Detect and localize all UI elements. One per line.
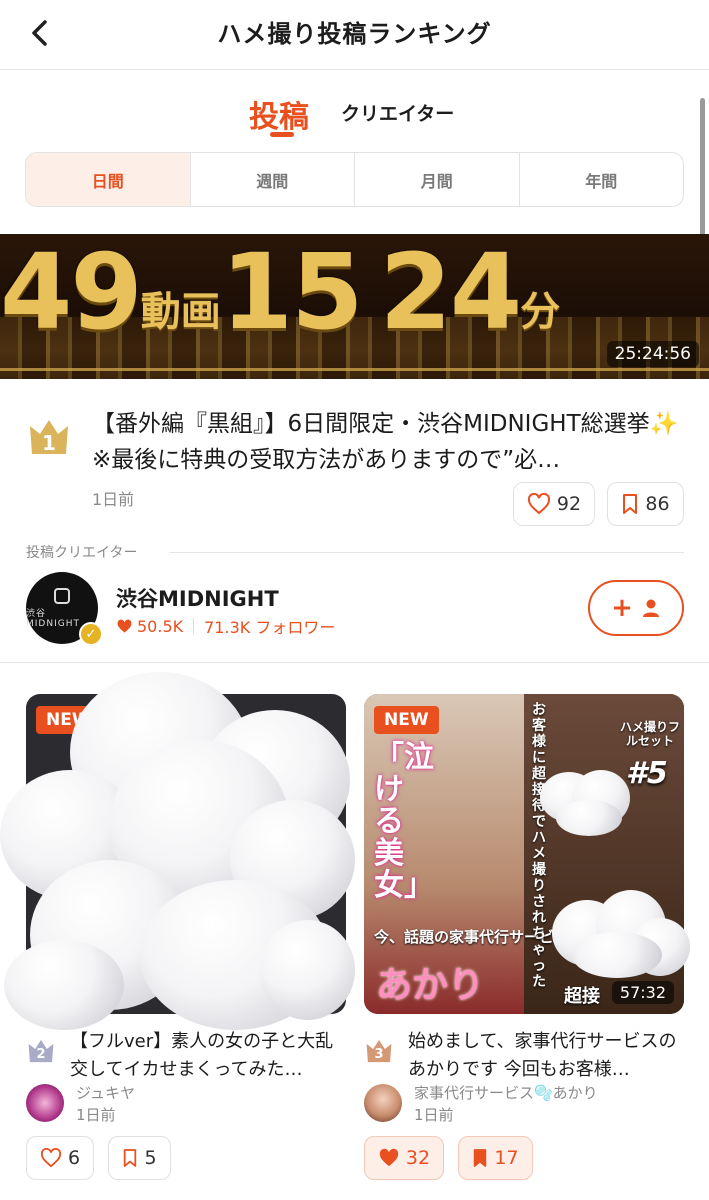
rank-number: 2 — [36, 1047, 46, 1062]
crown-silver-icon: 2 — [26, 1036, 56, 1066]
rank-number: 1 — [42, 431, 56, 455]
post-time: 1日前 — [414, 1106, 454, 1124]
banner-unit-minutes: 分 — [520, 289, 561, 335]
creator-name[interactable]: ジュキヤ — [76, 1082, 135, 1103]
post-time: 1日前 — [76, 1106, 116, 1124]
section-divider — [0, 662, 709, 663]
tab-creators[interactable]: クリエイター — [341, 99, 454, 126]
bookmark-count: 5 — [144, 1147, 157, 1169]
verified-badge-icon: ✓ — [79, 622, 103, 646]
banner-text: 49 動画 15 24 分 — [0, 234, 709, 344]
like-button[interactable]: 32 — [364, 1136, 444, 1180]
like-button[interactable]: 92 — [513, 482, 595, 526]
bookmark-outline-icon — [124, 1149, 137, 1167]
heart-filled-icon — [379, 1148, 399, 1167]
banner-count-videos: 49 — [0, 234, 143, 353]
bookmark-button[interactable]: 86 — [607, 482, 684, 526]
creator-section-label: 投稿クリエイター — [26, 545, 138, 561]
thumb-text-vertical: お客様に超接待でハメ撮りされちゃった — [532, 702, 546, 990]
creator-followers: 71.3K フォロワー — [204, 618, 336, 637]
period-yearly[interactable]: 年間 — [518, 153, 684, 206]
creator-avatar[interactable] — [364, 1084, 402, 1122]
thumb-text-beauty: 「泣ける美女」 — [374, 740, 434, 903]
active-tab-indicator — [270, 132, 294, 137]
heart-outline-icon — [40, 1148, 61, 1168]
new-badge: NEW — [374, 706, 439, 734]
plus-icon: + — [611, 593, 633, 623]
thumb-text-episode: #5 — [626, 756, 668, 791]
top-bar: ハメ撮り投稿ランキング — [0, 0, 709, 70]
like-button[interactable]: 6 — [26, 1136, 94, 1180]
rank-3-card: NEW 「泣ける美女」 今、話題の家事代行サービス あかり お客様に超接待でハメ… — [364, 694, 684, 1194]
banner-count-minutes: 24 — [379, 234, 522, 353]
stats-separator — [193, 618, 195, 634]
follow-button[interactable]: + — [588, 580, 684, 636]
video-duration: 57:32 — [611, 981, 674, 1004]
creator-likes: 50.5K — [137, 616, 184, 636]
thumb-text-caption: 超接 — [564, 986, 600, 1007]
banner-ornament-line — [0, 368, 709, 371]
main-tabs: 投稿 クリエイター — [0, 84, 709, 144]
card-title[interactable]: 【フルver】素人の女の子と大乱交してイカせまくってみた… — [70, 1028, 348, 1084]
thumb-text-fullset: ハメ撮りフルセット — [620, 720, 681, 748]
card-thumbnail[interactable]: NEW 「泣ける美女」 今、話題の家事代行サービス あかり お客様に超接待でハメ… — [364, 694, 684, 1014]
like-count: 32 — [405, 1147, 431, 1169]
bookmark-count: 86 — [645, 493, 670, 515]
period-monthly[interactable]: 月間 — [354, 153, 519, 206]
rank-number: 3 — [374, 1047, 384, 1062]
banner-unit-videos: 動画 — [140, 289, 221, 335]
card-thumbnail[interactable]: NEW — [26, 694, 346, 1014]
period-daily[interactable]: 日間 — [26, 153, 190, 206]
card-title[interactable]: 始めまして、家事代行サービスのあかりです 今回もお客様… — [408, 1028, 686, 1084]
user-icon — [642, 599, 659, 617]
like-count: 92 — [556, 493, 582, 515]
post-time: 1日前 — [92, 490, 135, 509]
creator-avatar[interactable] — [26, 1084, 64, 1122]
new-badge: NEW — [36, 706, 101, 734]
thumb-text-name: あかり — [376, 965, 485, 1006]
crown-bronze-icon: 3 — [364, 1036, 394, 1066]
bookmark-button[interactable]: 5 — [108, 1136, 171, 1180]
bookmark-filled-icon — [474, 1149, 487, 1167]
bookmark-outline-icon — [623, 494, 638, 514]
rank-2-card: NEW 2 【フルver】素人の女の子と大乱交してイカせまくってみた… ジュキヤ… — [26, 694, 346, 1194]
avatar-logo-icon — [54, 587, 70, 604]
page-title: ハメ撮り投稿ランキング — [217, 20, 492, 48]
period-weekly[interactable]: 週間 — [189, 153, 355, 206]
creator-name[interactable]: 渋谷MIDNIGHT — [116, 583, 279, 613]
heart-outline-icon — [527, 493, 550, 515]
banner-count-hours: 15 — [220, 234, 364, 353]
crown-gold-icon: 1 — [26, 414, 72, 460]
like-count: 6 — [67, 1147, 81, 1169]
featured-thumbnail[interactable]: 49 動画 15 24 分 25:24:56 — [0, 234, 709, 379]
creator-name[interactable]: 家事代行サービス🫧あかり — [414, 1082, 598, 1103]
bookmark-button[interactable]: 17 — [458, 1136, 533, 1180]
heart-filled-icon — [117, 619, 132, 633]
period-selector: 日間 週間 月間 年間 — [25, 152, 684, 207]
bookmark-count: 17 — [494, 1147, 519, 1169]
creator-stats: 50.5K 71.3K フォロワー — [116, 614, 335, 638]
section-divider — [170, 552, 684, 553]
post-title[interactable]: 【番外編『黒組』】6日間限定・渋谷MIDNIGHT総選挙✨ ※最後に特典の受取方… — [92, 406, 701, 478]
tab-posts[interactable]: 投稿 — [249, 92, 309, 136]
video-duration: 25:24:56 — [606, 341, 699, 367]
